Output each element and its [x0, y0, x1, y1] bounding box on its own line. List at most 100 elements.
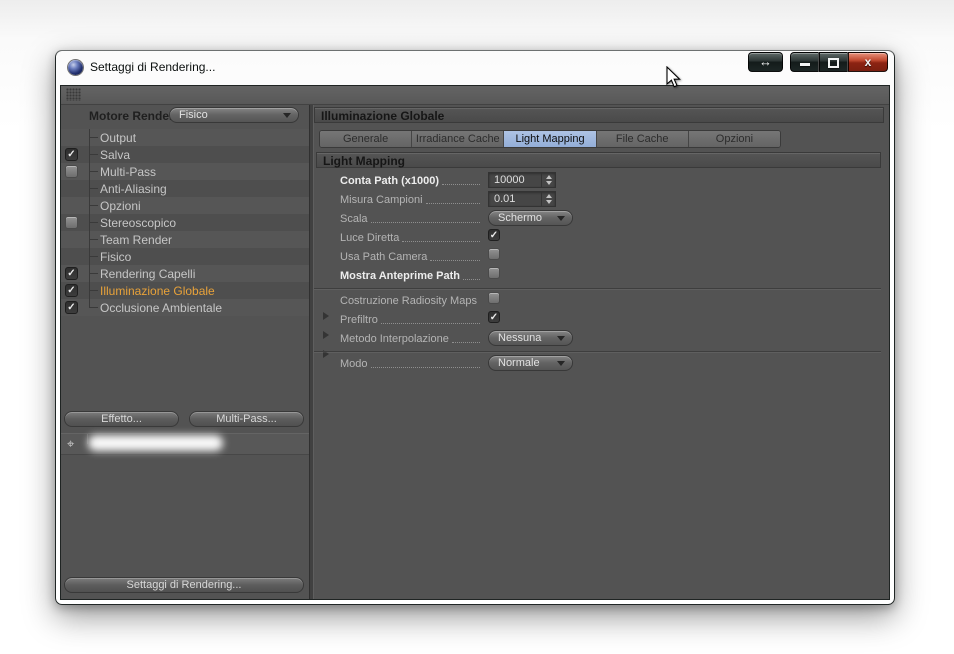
spinner-buttons[interactable]	[541, 192, 555, 206]
panel-header: Illuminazione Globale	[314, 107, 884, 123]
settings-sidebar: Motore Render Fisico Output ✓ Salva Multi-P…	[61, 105, 309, 599]
setting-row-mostra-anteprime-path: Mostra Anteprime Path	[312, 266, 881, 285]
luce-diretta-checkbox[interactable]: ✓	[488, 229, 500, 241]
costruzione-radiosity-maps-checkbox[interactable]	[488, 292, 500, 304]
sidebar-item-label: Multi-Pass	[100, 165, 157, 179]
disabled-checkbox[interactable]	[65, 165, 78, 178]
tab-generale[interactable]: Generale	[320, 131, 413, 147]
enabled-checkbox[interactable]: ✓	[65, 301, 78, 314]
redacted-item-name	[88, 435, 223, 451]
sidebar-item-anti-aliasing[interactable]: Anti-Aliasing	[61, 180, 309, 197]
control-slot: Nessuna	[488, 330, 573, 346]
sidebar-item-multi-pass[interactable]: Multi-Pass	[61, 163, 309, 180]
chevron-down-icon	[557, 335, 565, 341]
sidebar-item-fisico[interactable]: Fisico	[61, 248, 309, 265]
tree-line	[89, 239, 98, 240]
titlebar[interactable]: Settaggi di Rendering... ↔ x	[55, 50, 895, 85]
control-slot	[488, 267, 500, 279]
tree-line	[89, 188, 98, 189]
setting-label: Metodo Interpolazione	[340, 333, 449, 345]
spin-up-icon[interactable]	[545, 194, 552, 198]
dock-toggle-button[interactable]: ↔	[748, 52, 783, 72]
label-wrap: Misura Campioni	[321, 190, 484, 207]
sidebar-item-salva[interactable]: ✓ Salva	[61, 146, 309, 163]
multipass-button[interactable]: Multi-Pass...	[189, 411, 304, 427]
spin-up-icon[interactable]	[545, 175, 552, 179]
dotted-leader	[442, 183, 480, 185]
setting-row-modo: Modo Normale	[312, 354, 881, 373]
modo-dropdown[interactable]: Normale	[488, 355, 573, 371]
tab-file-cache[interactable]: File Cache	[596, 131, 689, 147]
toolbar-strip	[61, 86, 889, 105]
setting-row-conta-path-x1000: Conta Path (x1000) 10000	[312, 171, 881, 190]
enabled-checkbox[interactable]: ✓	[65, 148, 78, 161]
dropdown-value: Normale	[498, 357, 540, 369]
prefiltro-checkbox[interactable]: ✓	[488, 311, 500, 323]
disabled-checkbox[interactable]	[65, 216, 78, 229]
setting-row-scala: Scala Schermo	[312, 209, 881, 228]
tree-line	[89, 137, 98, 138]
tab-bar: Generale Irradiance Cache Light Mapping Fil…	[319, 130, 781, 148]
sidebar-item-label: Occlusione Ambientale	[100, 301, 223, 315]
field-value: 0.01	[494, 193, 516, 205]
dotted-leader	[402, 240, 480, 242]
tree-line	[89, 256, 98, 257]
spin-down-icon[interactable]	[545, 181, 552, 185]
label-wrap: Prefiltro	[321, 310, 484, 339]
tree-line	[89, 273, 98, 274]
enabled-checkbox[interactable]: ✓	[65, 284, 78, 297]
sidebar-item-output[interactable]: Output	[61, 129, 309, 146]
label-wrap: Scala	[321, 209, 484, 226]
sidebar-item-team-render[interactable]: Team Render	[61, 231, 309, 248]
sidebar-item-opzioni[interactable]: Opzioni	[61, 197, 309, 214]
maximize-button[interactable]	[819, 52, 848, 72]
settings-panel: Illuminazione Globale Generale Irradiance…	[312, 105, 889, 599]
settings-tree: Output ✓ Salva Multi-Pass Anti-Aliasing Opzio…	[61, 129, 309, 316]
attribute-rows: Conta Path (x1000) 10000 Misura Campioni 0.…	[312, 171, 881, 373]
scala-dropdown[interactable]: Schermo	[488, 210, 573, 226]
maximize-icon	[828, 58, 839, 68]
misura-campioni-field[interactable]: 0.01	[488, 191, 556, 207]
sidebar-item-illuminazione-globale[interactable]: ✓ Illuminazione Globale	[61, 282, 309, 299]
setting-row-luce-diretta: Luce Diretta ✓	[312, 228, 881, 247]
minimize-button[interactable]	[790, 52, 819, 72]
dotted-leader	[370, 366, 480, 368]
label-wrap: Costruzione Radiosity Maps	[321, 291, 484, 320]
spinner-buttons[interactable]	[541, 173, 555, 187]
tab-irradiance-cache[interactable]: Irradiance Cache	[412, 131, 505, 147]
usa-path-camera-checkbox[interactable]	[488, 248, 500, 260]
setting-label: Luce Diretta	[340, 232, 400, 244]
label-wrap: Conta Path (x1000)	[321, 171, 484, 188]
sidebar-item-stereoscopico[interactable]: Stereoscopico	[61, 214, 309, 231]
setting-label: Conta Path (x1000)	[340, 175, 440, 187]
mostra-anteprime-path-checkbox[interactable]	[488, 267, 500, 279]
effect-button[interactable]: Effetto...	[64, 411, 179, 427]
metodo-interpolazione-dropdown[interactable]: Nessuna	[488, 330, 573, 346]
control-slot: ✓	[488, 311, 500, 323]
spin-down-icon[interactable]	[545, 200, 552, 204]
enabled-checkbox[interactable]: ✓	[65, 267, 78, 280]
tab-opzioni[interactable]: Opzioni	[688, 131, 780, 147]
render-engine-dropdown[interactable]: Fisico	[169, 107, 299, 123]
setting-label: Mostra Anteprime Path	[340, 270, 461, 282]
setting-label: Prefiltro	[340, 314, 378, 326]
double-arrow-icon: ↔	[759, 54, 772, 69]
sidebar-item-occlusione-ambientale[interactable]: ✓ Occlusione Ambientale	[61, 299, 309, 316]
drag-grip[interactable]	[66, 88, 81, 101]
sidebar-item-label: Stereoscopico	[100, 216, 177, 230]
effect-list-item[interactable]: ⌖	[61, 433, 309, 455]
close-button[interactable]: x	[848, 52, 888, 72]
control-slot: ✓	[488, 229, 500, 241]
conta-path-x1000-field[interactable]: 10000	[488, 172, 556, 188]
sidebar-item-rendering-capelli[interactable]: ✓ Rendering Capelli	[61, 265, 309, 282]
render-settings-button[interactable]: Settaggi di Rendering...	[64, 577, 304, 593]
tab-light-mapping[interactable]: Light Mapping	[504, 131, 597, 147]
sidebar-item-label: Fisico	[100, 250, 132, 264]
dialog-content: Motore Render Fisico Output ✓ Salva Multi-P…	[60, 85, 890, 600]
setting-row-misura-campioni: Misura Campioni 0.01	[312, 190, 881, 209]
tree-line	[89, 171, 98, 172]
sidebar-item-label: Opzioni	[100, 199, 141, 213]
window-title: Settaggi di Rendering...	[90, 60, 216, 74]
setting-label: Misura Campioni	[340, 194, 423, 206]
render-settings-window: Settaggi di Rendering... ↔ x Motore Rend…	[55, 50, 895, 605]
